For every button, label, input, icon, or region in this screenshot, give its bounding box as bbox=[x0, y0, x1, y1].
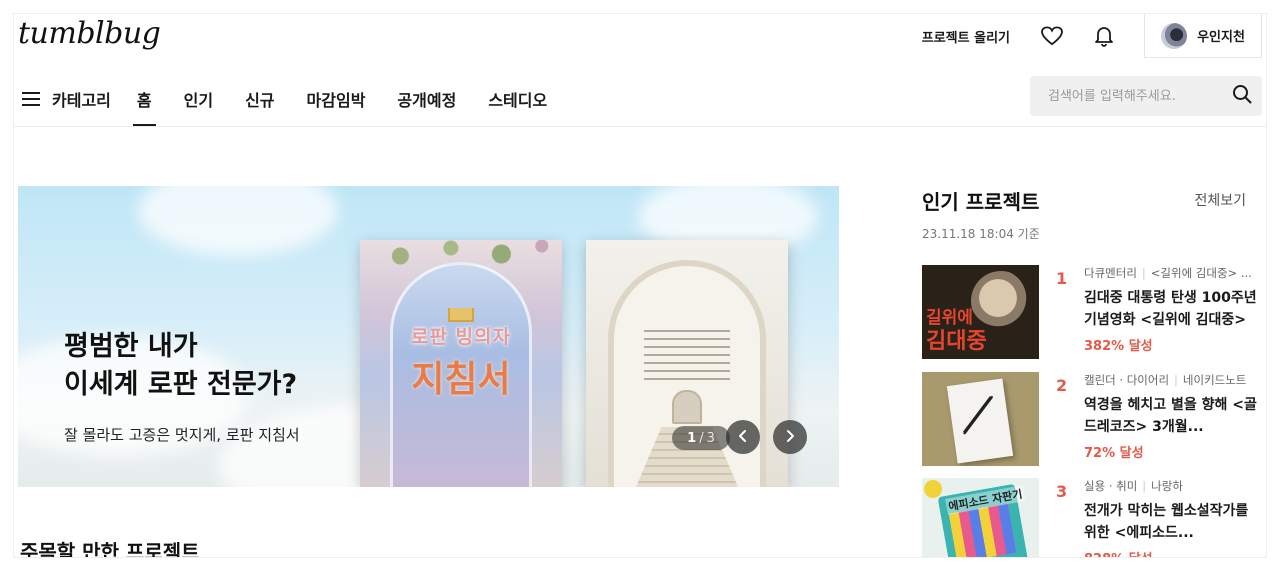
popular-projects-panel: 인기 프로젝트 전체보기 23.11.18 18:04 기준 길위에 김대중 1… bbox=[922, 186, 1262, 557]
user-profile-button[interactable]: 우인지천 bbox=[1144, 14, 1262, 58]
funding-percent: 382% 달성 bbox=[1084, 339, 1153, 354]
project-meta: 실용 · 취미 | 나랑하 bbox=[1084, 479, 1183, 493]
avatar bbox=[1161, 22, 1188, 49]
popular-timestamp: 23.11.18 18:04 기준 bbox=[922, 227, 1040, 241]
book-title-main: 지침서 bbox=[411, 359, 511, 400]
menu-icon[interactable] bbox=[22, 92, 40, 106]
header-divider bbox=[14, 126, 1266, 127]
search-input[interactable] bbox=[1048, 88, 1232, 104]
project-thumbnail bbox=[922, 372, 1039, 466]
user-name: 우인지천 bbox=[1197, 30, 1245, 45]
tab-new[interactable]: 신규 bbox=[245, 72, 274, 126]
project-title: 역경을 헤치고 별을 향해 <골드레코즈> 3개월... bbox=[1084, 397, 1257, 435]
header-actions: 프로젝트 올리기 우인지천 bbox=[922, 14, 1266, 58]
rank-number: 2 bbox=[1056, 376, 1068, 395]
funding-percent: 828% 달성 bbox=[1084, 548, 1153, 557]
search-icon[interactable] bbox=[1232, 84, 1252, 108]
tab-popular[interactable]: 인기 bbox=[184, 72, 213, 126]
funding-percent: 72% 달성 bbox=[1084, 446, 1144, 461]
project-thumbnail: 길위에 김대중 bbox=[922, 265, 1039, 359]
throne-illustration bbox=[672, 390, 702, 424]
project-thumbnail: 에피소드 자판기 bbox=[922, 478, 1039, 557]
view-all-link[interactable]: 전체보기 bbox=[1194, 190, 1246, 210]
tab-closing-soon[interactable]: 마감임박 bbox=[307, 72, 366, 126]
section-title-notable: 주목할 만한 프로젝트 bbox=[20, 540, 200, 557]
list-item[interactable]: 2 캘린더 · 다이어리 | 네이키드노트 역경을 헤치고 별을 향해 <골드레코즈… bbox=[922, 372, 1262, 468]
banner-title: 평범한 내가 이세계 로판 전문가? bbox=[64, 331, 298, 400]
project-title: 전개가 막히는 웹소설작가를 위한 <에피소드... bbox=[1084, 503, 1249, 541]
tab-home[interactable]: 홈 bbox=[132, 72, 156, 126]
tumblbug-logo[interactable]: tumblbug bbox=[18, 16, 161, 51]
book-cover-front: 로판 빙의자 지침서 bbox=[360, 240, 562, 487]
list-item[interactable]: 길위에 김대중 1 다큐멘터리 | <길위에 김대중> ... 김대중 대통령 탄생… bbox=[922, 265, 1262, 361]
upload-project-link[interactable]: 프로젝트 올리기 bbox=[922, 27, 1010, 46]
tab-upcoming[interactable]: 공개예정 bbox=[397, 72, 456, 126]
search-bar bbox=[1030, 76, 1262, 116]
project-meta: 캘린더 · 다이어리 | 네이키드노트 bbox=[1084, 373, 1247, 387]
crown-icon bbox=[448, 308, 474, 322]
rank-number: 1 bbox=[1056, 269, 1068, 288]
page: tumblbug 프로젝트 올리기 우인지천 카테고리 홈 인기 신규 마감임박… bbox=[14, 14, 1266, 557]
main-nav: 카테고리 홈 인기 신규 마감임박 공개예정 스테디오 bbox=[14, 72, 579, 126]
banner-prev-button[interactable] bbox=[726, 420, 760, 454]
tab-steady[interactable]: 스테디오 bbox=[488, 72, 547, 126]
nav-category[interactable]: 카테고리 bbox=[52, 72, 111, 126]
hero-banner[interactable]: 평범한 내가 이세계 로판 전문가? 잘 몰라도 고증은 멋지게, 로판 지침서… bbox=[18, 186, 839, 487]
chevron-left-icon bbox=[737, 428, 749, 447]
banner-pager: 1 / 3 bbox=[672, 426, 730, 450]
chevron-right-icon bbox=[784, 428, 796, 447]
list-item[interactable]: 에피소드 자판기 3 실용 · 취미 | 나랑하 전개가 막히는 웹소설작가를 위한… bbox=[922, 478, 1262, 557]
rank-number: 3 bbox=[1056, 482, 1068, 501]
banner-next-button[interactable] bbox=[773, 420, 807, 454]
heart-icon[interactable] bbox=[1040, 24, 1064, 48]
book-title-top: 로판 빙의자 bbox=[410, 326, 511, 348]
project-title: 김대중 대통령 탄생 100주년 기념영화 <길위에 김대중> bbox=[1084, 290, 1257, 328]
bell-icon[interactable] bbox=[1092, 24, 1116, 48]
project-meta: 다큐멘터리 | <길위에 김대중> ... bbox=[1084, 266, 1252, 280]
banner-subtitle: 잘 몰라도 고증은 멋지게, 로판 지침서 bbox=[64, 426, 300, 444]
